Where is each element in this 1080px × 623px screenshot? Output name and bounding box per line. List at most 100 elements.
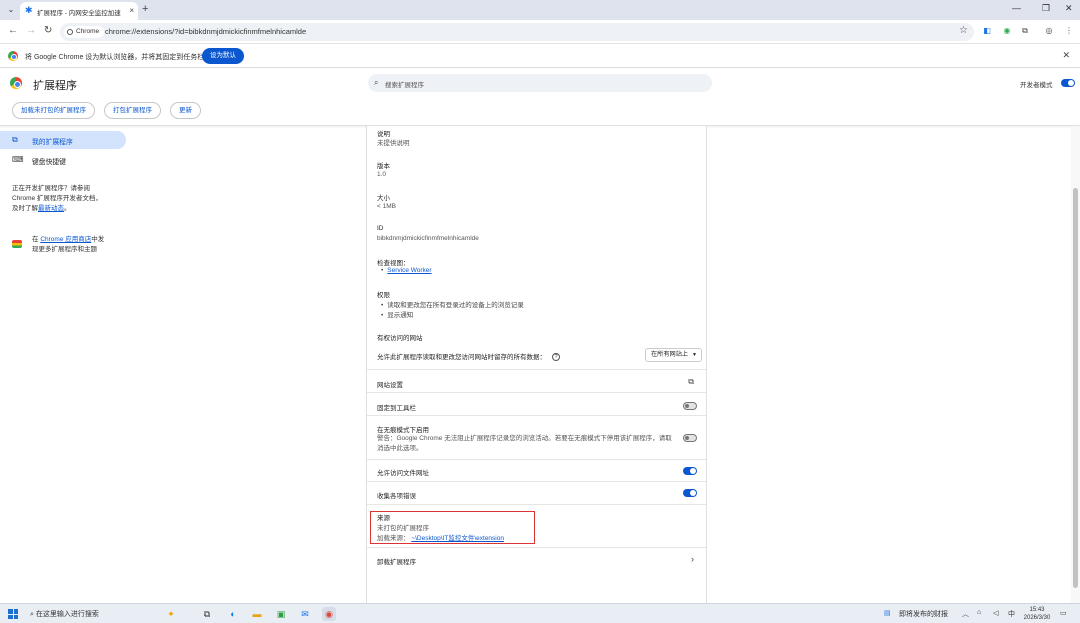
id-label: ID: [377, 225, 384, 232]
sidebar-item-my-extensions[interactable]: ⧉ 我的扩展程序: [0, 131, 126, 149]
edge-icon[interactable]: ◐: [226, 607, 240, 621]
file-url-toggle[interactable]: [683, 467, 697, 475]
latest-news-link[interactable]: 最新动态: [38, 205, 64, 212]
chevron-right-icon[interactable]: ›: [691, 554, 694, 564]
divider: [367, 547, 706, 548]
extensions-menu-icon[interactable]: ⧉: [1020, 26, 1030, 36]
collect-errors-toggle[interactable]: [683, 489, 697, 497]
dev-mode-label: 开发者模式: [1020, 82, 1053, 89]
service-worker-link[interactable]: Service Worker: [387, 267, 431, 274]
divider: [367, 504, 706, 505]
restore-icon[interactable]: ❐: [1042, 3, 1050, 14]
reload-icon[interactable]: ↻: [44, 25, 52, 36]
pin-toolbar-toggle[interactable]: [683, 402, 697, 410]
scrollbar[interactable]: [1071, 126, 1080, 603]
close-tab-icon[interactable]: ×: [129, 6, 134, 15]
scrollbar-thumb[interactable]: [1073, 188, 1078, 588]
divider: [367, 459, 706, 460]
version-value: 1.0: [377, 171, 387, 178]
extension-details-card: 说明 未提供说明 版本 1.0 大小 < 1MB ID bibkdnmjdmic…: [366, 126, 707, 603]
minimize-icon[interactable]: —: [1012, 3, 1021, 13]
load-unpacked-button[interactable]: 加载未打包的扩展程序: [12, 102, 95, 119]
ime-indicator[interactable]: 中: [1008, 609, 1015, 619]
clock[interactable]: 15:43 2026/3/30: [1020, 606, 1054, 622]
menu-icon[interactable]: ⋮: [1064, 26, 1074, 36]
inspect-view-item: Service Worker: [381, 267, 431, 274]
chrome-taskbar-icon[interactable]: ◉: [322, 607, 336, 621]
permissions-label: 权限: [377, 292, 390, 299]
tab-search-button[interactable]: ⌄: [5, 4, 17, 16]
source-label: 来源: [377, 515, 390, 522]
sidebar-item-label: 键盘快捷键: [32, 159, 66, 166]
web-store-link[interactable]: Chrome 应用商店: [40, 236, 91, 243]
site-access-select[interactable]: 在所有网站上 ▼: [645, 348, 702, 362]
divider: [367, 415, 706, 416]
extension-icon[interactable]: ◉: [1002, 26, 1012, 36]
news-widget-icon[interactable]: ▤: [884, 609, 891, 617]
incognito-label: 在无痕模式下启用: [377, 427, 429, 434]
network-icon[interactable]: ⌂: [977, 609, 981, 616]
url-text[interactable]: chrome://extensions/?id=bibkdnmjdmickicf…: [105, 27, 306, 36]
copilot-sparkle-icon[interactable]: ✦: [164, 607, 178, 621]
chrome-logo-icon: [10, 77, 22, 89]
back-icon[interactable]: ←: [8, 25, 18, 36]
open-external-icon[interactable]: ⧉: [688, 377, 694, 387]
update-button[interactable]: 更新: [170, 102, 201, 119]
new-tab-button[interactable]: +: [142, 3, 148, 15]
mail-icon[interactable]: ✉: [298, 607, 312, 621]
permission-item: 显示通知: [381, 309, 413, 319]
site-settings-label[interactable]: 网站设置: [377, 379, 403, 389]
remove-extension-label[interactable]: 卸载扩展程序: [377, 556, 416, 566]
permission-item: 读取和更改您在所有登录过的设备上的浏览记录: [381, 299, 524, 309]
search-input[interactable]: ⌕ 搜索扩展程序: [368, 74, 712, 92]
help-icon[interactable]: ?: [552, 353, 560, 362]
collect-errors-label: 收集各项错误: [377, 493, 416, 500]
load-from: 加载来源： ~\Desktop\IT监控文件\extension: [377, 535, 504, 542]
search-icon: ⌕: [374, 78, 379, 87]
id-value: bibkdnmjdmickicfinmfmelnhicamlde: [377, 235, 479, 242]
pin-toolbar-label: 固定到工具栏: [377, 405, 416, 412]
file-explorer-icon[interactable]: ▬: [250, 607, 264, 621]
windows-start-icon[interactable]: [8, 609, 18, 619]
news-widget-label[interactable]: 即将发布的财报: [899, 609, 948, 619]
taskbar-search[interactable]: ⌕ 在这里输入进行搜索: [30, 609, 99, 619]
set-default-button[interactable]: 设为默认: [202, 48, 244, 64]
keyboard-icon: ⌨: [12, 155, 24, 164]
source-value: 未打包的扩展程序: [377, 525, 429, 532]
close-window-icon[interactable]: ✕: [1065, 3, 1073, 14]
chrome-logo-icon: [8, 51, 18, 61]
incognito-toggle[interactable]: [683, 434, 697, 442]
close-infobar-icon[interactable]: ✕: [1062, 50, 1070, 61]
divider: [367, 392, 706, 393]
dev-mode-toggle[interactable]: [1061, 79, 1075, 87]
translate-icon[interactable]: ◧: [982, 26, 992, 36]
divider: [367, 481, 706, 482]
incognito-warning: 警告：Google Chrome 无法阻止扩展程序记录您的浏览活动。若要在无痕模…: [377, 435, 672, 452]
tab-extensions[interactable]: ✱ 扩展程序 - 内网安全监控加速 ×: [20, 2, 138, 20]
search-placeholder: 搜索扩展程序: [385, 82, 424, 89]
dev-docs-note: 正在开发扩展程序？请参阅 Chrome 扩展程序开发者文档， 及时了解最新动态。: [12, 185, 102, 212]
infobar-message: 将 Google Chrome 设为默认浏览器，并将其固定到任务栏: [25, 54, 205, 61]
store-icon[interactable]: ▣: [274, 607, 288, 621]
profile-icon[interactable]: ◎: [1044, 26, 1054, 36]
size-value: < 1MB: [377, 203, 396, 210]
load-from-path-link[interactable]: ~\Desktop\IT监控文件\extension: [411, 535, 504, 542]
task-view-icon[interactable]: ⧉: [200, 607, 214, 621]
puzzle-icon: ✱: [25, 5, 33, 15]
notification-icon[interactable]: ▭: [1060, 609, 1067, 617]
sidebar-item-keyboard-shortcuts[interactable]: ⌨ 键盘快捷键: [0, 151, 126, 169]
puzzle-icon: ⧉: [12, 135, 18, 144]
address-bar[interactable]: Chrome chrome://extensions/?id=bibkdnmjd…: [60, 23, 974, 41]
tray-chevron-icon[interactable]: ︿: [962, 609, 969, 619]
pack-extension-button[interactable]: 打包扩展程序: [104, 102, 161, 119]
bookmark-star-icon[interactable]: ☆: [959, 25, 968, 36]
site-info-chip[interactable]: Chrome: [64, 26, 105, 38]
volume-icon[interactable]: ◁: [993, 609, 998, 617]
taskbar: ⌕ 在这里输入进行搜索 ✦ ⧉ ◐ ▬ ▣ ✉ ◉ ▤ 即将发布的财报 ︿ ⌂ …: [0, 603, 1080, 623]
web-store-note: 在 Chrome 应用商店中发 现更多扩展程序和主题: [32, 236, 105, 253]
description-value: 未提供说明: [377, 140, 410, 147]
extensions-header: 扩展程序 ⌕ 搜索扩展程序 开发者模式 加载未打包的扩展程序 打包扩展程序 更新: [0, 68, 1080, 126]
tab-title: 扩展程序 - 内网安全监控加速: [37, 10, 121, 17]
forward-icon[interactable]: →: [26, 25, 36, 36]
chrome-icon: [67, 29, 73, 35]
